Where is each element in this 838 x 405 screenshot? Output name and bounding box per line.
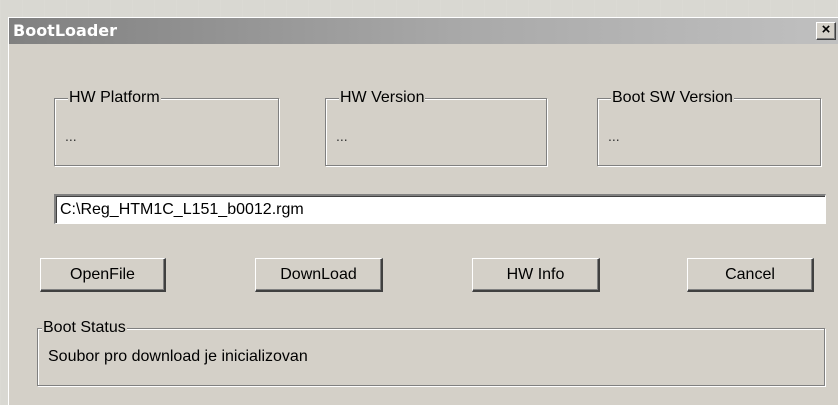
- close-icon: ×: [821, 21, 831, 38]
- boot-status-group: Boot Status Soubor pro download je inici…: [37, 318, 825, 386]
- hw-platform-value: ...: [65, 128, 77, 144]
- boot-sw-version-label: Boot SW Version: [611, 88, 734, 108]
- hw-platform-group: HW Platform ...: [54, 88, 279, 166]
- bootloader-dialog: BootLoader × HW Platform ... HW Version …: [8, 17, 838, 405]
- hw-version-label: HW Version: [339, 88, 426, 108]
- boot-sw-version-value: ...: [608, 128, 620, 144]
- download-button[interactable]: DownLoad: [255, 258, 383, 292]
- hw-platform-label: HW Platform: [68, 88, 161, 108]
- cancel-button[interactable]: Cancel: [687, 258, 814, 292]
- hw-version-group: HW Version ...: [325, 88, 547, 166]
- title-bar[interactable]: BootLoader ×: [9, 18, 838, 44]
- file-path-input[interactable]: [54, 194, 826, 224]
- boot-status-message: Soubor pro download je inicializovan: [48, 348, 308, 365]
- hw-info-button[interactable]: HW Info: [472, 258, 600, 292]
- boot-sw-version-group: Boot SW Version ...: [597, 88, 821, 166]
- close-button[interactable]: ×: [816, 22, 836, 40]
- boot-status-label: Boot Status: [42, 318, 127, 338]
- open-file-button[interactable]: OpenFile: [40, 258, 166, 292]
- hw-version-value: ...: [336, 128, 348, 144]
- window-title: BootLoader: [13, 21, 118, 40]
